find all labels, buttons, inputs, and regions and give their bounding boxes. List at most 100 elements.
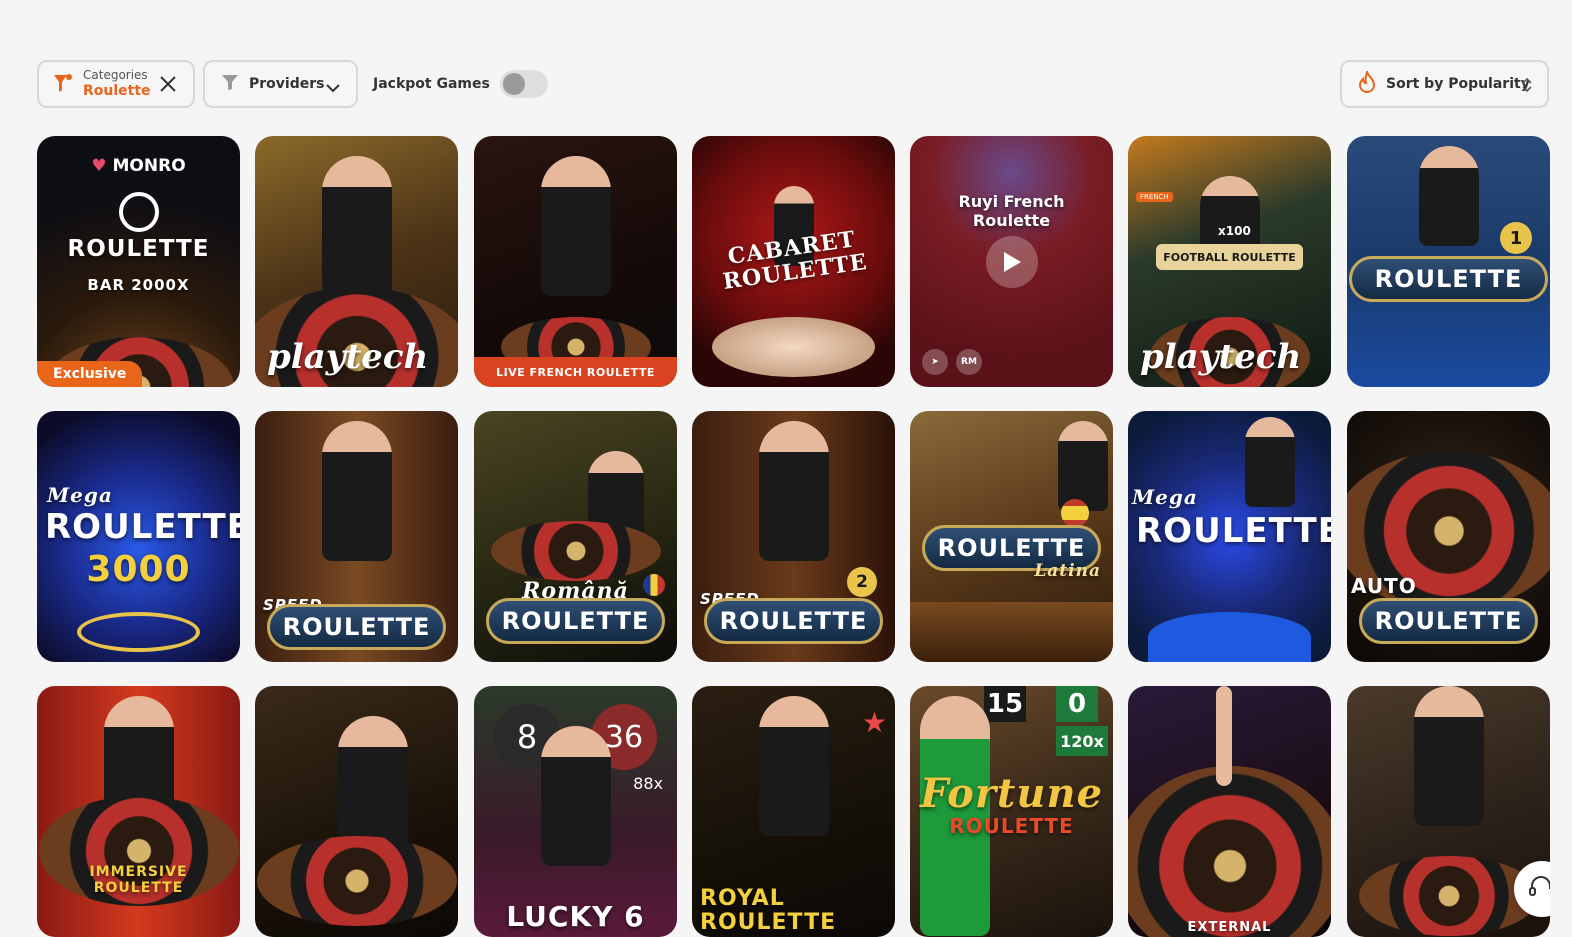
- game-title: ROULETTE: [486, 598, 665, 644]
- chevron-down-icon: [326, 78, 340, 97]
- categories-filter[interactable]: Categories Roulette: [37, 60, 195, 108]
- game-card-fortune-roulette[interactable]: 15 0 120x Fortune ROULETTE: [910, 686, 1113, 937]
- dealer-hand-image: [1216, 686, 1232, 786]
- dealer-image: [758, 696, 829, 836]
- provider-watermark: playtech: [267, 337, 429, 377]
- multiplier-label: 120x: [1056, 726, 1108, 756]
- game-card-live-french-roulette[interactable]: LIVE FRENCH ROULETTE: [474, 136, 677, 387]
- wheel-emblem-icon: [119, 192, 159, 232]
- game-tag: FRENCH: [1136, 192, 1173, 202]
- roulette-wheel-image: [1358, 856, 1539, 936]
- game-subtitle: ROULETTE: [949, 814, 1074, 838]
- dealer-image: [1418, 146, 1479, 246]
- game-title: FOOTBALL ROULETTE: [1156, 244, 1303, 270]
- game-card-roulette-latina[interactable]: ROULETTE Latina: [910, 411, 1113, 662]
- game-title: ROULETTE: [1349, 256, 1548, 302]
- provider-badge: RM: [956, 349, 982, 375]
- multiplier-label: x100: [1218, 224, 1251, 238]
- game-card-royal-roulette[interactable]: ★ ROYAL ROULETTE: [692, 686, 895, 937]
- romania-flag-icon: [643, 574, 665, 596]
- game-title: EXTERNAL: [1187, 920, 1272, 935]
- game-title: ROULETTE: [67, 236, 210, 262]
- roulette-wheel-image: [1128, 766, 1331, 937]
- game-title: ROULETTE: [1359, 598, 1538, 644]
- game-title: ROULETTE: [267, 604, 446, 650]
- sort-label: Sort by Popularity: [1386, 76, 1530, 92]
- providers-label: Providers: [249, 76, 325, 92]
- number-tile: 0: [1056, 686, 1098, 722]
- game-card-mega-roulette-3000[interactable]: Mega ROULETTE 3000: [37, 411, 240, 662]
- sort-dropdown[interactable]: Sort by Popularity: [1340, 60, 1549, 108]
- headset-icon: [1528, 874, 1550, 904]
- close-icon[interactable]: [159, 75, 177, 93]
- game-subtitle: 3000: [86, 549, 191, 590]
- game-card-roulette-1[interactable]: 1 ROULETTE: [1347, 136, 1550, 387]
- game-title: ROULETTE: [45, 507, 240, 547]
- multiplier-label: 88x: [633, 774, 663, 793]
- jackpot-toggle[interactable]: [499, 70, 548, 98]
- game-subtitle: BAR 2000X: [87, 276, 190, 294]
- game-card-football-roulette[interactable]: FRENCH FOOTBALL ROULETTE x100 playtech: [1128, 136, 1331, 387]
- game-title: ROULETTE: [704, 598, 883, 644]
- game-card-lucky-6[interactable]: 8 36 88x LUCKY 6: [474, 686, 677, 937]
- game-title: IMMERSIVE ROULETTE: [89, 864, 188, 896]
- game-card-mega-roulette[interactable]: Mega ROULETTE: [1128, 411, 1331, 662]
- brand-label: MONRO: [112, 156, 186, 176]
- provider-watermark: playtech: [1140, 337, 1302, 377]
- game-card-monro-roulette[interactable]: ♥ MONRO ROULETTE BAR 2000X Exclusive: [37, 136, 240, 387]
- game-title-top: Mega: [47, 483, 113, 507]
- dealer-image: [1057, 421, 1108, 511]
- toggle-knob: [502, 73, 525, 95]
- categories-value: Roulette: [83, 82, 151, 99]
- stage-image: [1148, 612, 1311, 662]
- stage-image: [712, 317, 875, 377]
- dealer-image: [321, 421, 392, 561]
- game-subtitle: Latina: [1034, 561, 1101, 581]
- categories-label: Categories: [83, 68, 148, 83]
- game-strip-label: LIVE FRENCH ROULETTE: [474, 357, 677, 387]
- table-number-badge: 2: [847, 567, 877, 597]
- game-title: ROULETTE: [1136, 511, 1331, 551]
- roulette-wheel-image: [490, 521, 661, 581]
- flame-icon: [1358, 68, 1376, 97]
- play-icon[interactable]: [985, 235, 1038, 288]
- game-card-roulette-live-dealer-2[interactable]: [1347, 686, 1550, 937]
- filter-bar: Categories Roulette Providers Jackpot Ga…: [37, 60, 1549, 108]
- sort-arrows-icon: [1521, 76, 1533, 98]
- dealer-image: [758, 421, 829, 561]
- game-card-speed-roulette-2[interactable]: 2 SPEED ROULETTE: [692, 411, 895, 662]
- game-card-romana-roulette[interactable]: Română ROULETTE: [474, 411, 677, 662]
- monro-logo-icon: ♥: [91, 156, 107, 176]
- number-tile: 15: [984, 686, 1026, 722]
- game-card-ruyi-french-roulette[interactable]: Ruyi French Roulette ➤ RM: [910, 136, 1113, 387]
- star-icon: ★: [861, 706, 887, 739]
- game-title: CABARET ROULETTE: [721, 226, 870, 296]
- game-title: Ruyi French Roulette: [958, 192, 1065, 230]
- dealer-image: [540, 726, 611, 866]
- game-title-top: AUTO: [1351, 574, 1417, 598]
- game-card-roulette-live-dealer[interactable]: [255, 686, 458, 937]
- dealer-image: [1245, 417, 1296, 507]
- jackpot-toggle-group: Jackpot Games: [373, 60, 548, 108]
- game-card-immersive-roulette[interactable]: IMMERSIVE ROULETTE: [37, 686, 240, 937]
- providers-filter[interactable]: Providers: [203, 60, 358, 108]
- dealer-image: [337, 716, 408, 856]
- spain-flag-icon: [1061, 499, 1089, 527]
- game-card-external-roulette[interactable]: EXTERNAL: [1128, 686, 1331, 937]
- stage-image: [77, 612, 200, 652]
- table-image: [910, 602, 1113, 662]
- roulette-wheel-image: [256, 836, 457, 926]
- game-card-speed-roulette[interactable]: SPEED ROULETTE: [255, 411, 458, 662]
- game-card-auto-roulette[interactable]: AUTO ROULETTE: [1347, 411, 1550, 662]
- dealer-image: [540, 156, 611, 296]
- game-card-cabaret-roulette[interactable]: CABARET ROULETTE: [692, 136, 895, 387]
- dealer-image: [1413, 686, 1484, 826]
- funnel-icon: [221, 73, 239, 95]
- game-title: LUCKY 6: [506, 900, 645, 933]
- jackpot-label: Jackpot Games: [373, 76, 490, 92]
- table-number-badge: 1: [1500, 222, 1532, 254]
- game-card-playtech-roulette[interactable]: playtech: [255, 136, 458, 387]
- provider-logo-icon: ➤: [922, 349, 948, 375]
- game-title: Fortune: [919, 770, 1104, 817]
- game-title: ROYAL ROULETTE: [700, 885, 837, 935]
